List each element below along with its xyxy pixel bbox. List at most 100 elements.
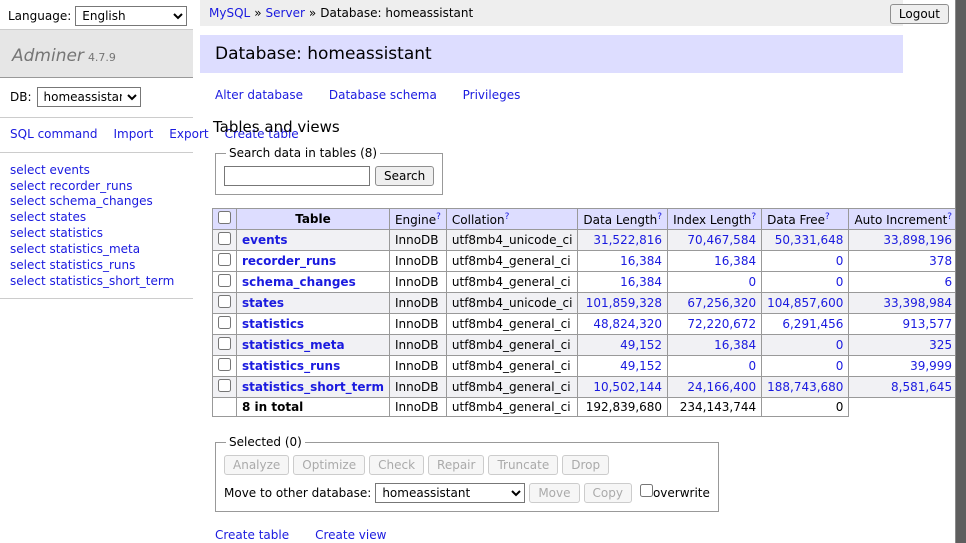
table-link[interactable]: states	[242, 296, 284, 310]
app-name[interactable]: Adminer	[12, 46, 84, 66]
data-free-link[interactable]: 0	[836, 254, 844, 268]
logout-button[interactable]: Logout	[890, 4, 949, 24]
app-version[interactable]: 4.7.9	[88, 51, 116, 64]
data-length-link[interactable]: 31,522,816	[593, 233, 662, 247]
table-link[interactable]: statistics_short_term	[242, 380, 384, 394]
data-free-link[interactable]: 0	[836, 359, 844, 373]
index-length-link[interactable]: 24,166,400	[687, 380, 756, 394]
sidebar-item-select-recorder-runs[interactable]: select recorder_runs	[10, 179, 183, 195]
sidebar-item-select-schema-changes[interactable]: select schema_changes	[10, 194, 183, 210]
help-link-icon[interactable]: ?	[657, 212, 662, 222]
check-button[interactable]: Check	[369, 455, 424, 475]
table-link[interactable]: statistics_meta	[242, 338, 345, 352]
auto-increment-link[interactable]: 8,581,645	[891, 380, 952, 394]
repair-button[interactable]: Repair	[428, 455, 484, 475]
help-link-icon[interactable]: ?	[825, 212, 830, 222]
row-checkbox[interactable]	[218, 379, 231, 392]
language-select[interactable]: English	[75, 6, 187, 26]
auto-increment-link[interactable]: 6	[944, 275, 952, 289]
help-link-icon[interactable]: ?	[436, 212, 441, 222]
sidebar-link-sql-command[interactable]: SQL command	[10, 127, 97, 141]
index-length-link[interactable]: 72,220,672	[687, 317, 756, 331]
copy-button[interactable]: Copy	[584, 483, 632, 503]
total-data-length: 192,839,680	[578, 398, 668, 417]
privileges-link[interactable]: Privileges	[463, 88, 521, 102]
breadcrumb-link-server[interactable]: Server	[266, 6, 305, 20]
overwrite-label: overwrite	[653, 486, 710, 500]
sidebar-link-import[interactable]: Import	[113, 127, 153, 141]
collation-cell: utf8mb4_general_ci	[446, 335, 578, 356]
data-length-link[interactable]: 10,502,144	[593, 380, 662, 394]
row-checkbox[interactable]	[218, 337, 231, 350]
help-link-icon[interactable]: ?	[947, 212, 952, 222]
sidebar-item-select-statistics-meta[interactable]: select statistics_meta	[10, 242, 183, 258]
select-all-checkbox[interactable]	[218, 211, 231, 224]
table-link[interactable]: statistics	[242, 317, 304, 331]
sidebar-item-select-statistics-runs[interactable]: select statistics_runs	[10, 258, 183, 274]
optimize-button[interactable]: Optimize	[293, 455, 365, 475]
index-length-link[interactable]: 67,256,320	[687, 296, 756, 310]
data-free-link[interactable]: 50,331,648	[775, 233, 844, 247]
total-data-free: 0	[762, 398, 849, 417]
auto-increment-link[interactable]: 325	[929, 338, 952, 352]
data-length-link[interactable]: 48,824,320	[593, 317, 662, 331]
move-button[interactable]: Move	[529, 483, 579, 503]
data-free-link[interactable]: 0	[836, 275, 844, 289]
data-length-link[interactable]: 16,384	[620, 254, 662, 268]
alter-database-link[interactable]: Alter database	[215, 88, 303, 102]
breadcrumb-link-mysql[interactable]: MySQL	[209, 6, 250, 20]
sidebar-item-select-events[interactable]: select events	[10, 163, 183, 179]
auto-increment-link[interactable]: 39,999	[910, 359, 952, 373]
db-select[interactable]: homeassistant	[37, 87, 141, 107]
total-engine: InnoDB	[389, 398, 446, 417]
table-link[interactable]: events	[242, 233, 288, 247]
row-checkbox[interactable]	[218, 358, 231, 371]
data-free-link[interactable]: 104,857,600	[767, 296, 843, 310]
auto-increment-link[interactable]: 33,898,196	[883, 233, 952, 247]
data-free-link[interactable]: 0	[836, 338, 844, 352]
table-link[interactable]: schema_changes	[242, 275, 356, 289]
database-schema-link[interactable]: Database schema	[329, 88, 437, 102]
table-link[interactable]: statistics_runs	[242, 359, 340, 373]
sidebar-item-select-statistics-short-term[interactable]: select statistics_short_term	[10, 274, 183, 290]
move-database-select[interactable]: homeassistant	[375, 483, 525, 503]
analyze-button[interactable]: Analyze	[224, 455, 289, 475]
data-length-link[interactable]: 101,859,328	[586, 296, 662, 310]
data-free-link[interactable]: 6,291,456	[782, 317, 843, 331]
overwrite-checkbox[interactable]	[640, 484, 653, 497]
row-checkbox[interactable]	[218, 253, 231, 266]
table-link[interactable]: recorder_runs	[242, 254, 336, 268]
index-length-link[interactable]: 0	[748, 359, 756, 373]
index-length-link[interactable]: 70,467,584	[687, 233, 756, 247]
sidebar-item-select-statistics[interactable]: select statistics	[10, 226, 183, 242]
data-length-link[interactable]: 49,152	[620, 359, 662, 373]
data-free-link[interactable]: 188,743,680	[767, 380, 843, 394]
create-view-link[interactable]: Create view	[315, 528, 386, 542]
create-table-link[interactable]: Create table	[215, 528, 289, 542]
auto-increment-link[interactable]: 378	[929, 254, 952, 268]
truncate-button[interactable]: Truncate	[488, 455, 558, 475]
engine-cell: InnoDB	[389, 377, 446, 398]
row-checkbox[interactable]	[218, 232, 231, 245]
auto-increment-link[interactable]: 913,577	[902, 317, 952, 331]
sidebar-item-select-states[interactable]: select states	[10, 210, 183, 226]
index-length-link[interactable]: 0	[748, 275, 756, 289]
index-length-link[interactable]: 16,384	[714, 338, 756, 352]
data-length-link[interactable]: 49,152	[620, 338, 662, 352]
engine-cell: InnoDB	[389, 230, 446, 251]
table-total-row: 8 in total InnoDB utf8mb4_general_ci 192…	[213, 398, 966, 417]
table-header-row: Table Engine? Collation? Data Length? In…	[213, 209, 966, 230]
help-link-icon[interactable]: ?	[505, 212, 510, 222]
row-checkbox[interactable]	[218, 274, 231, 287]
vertical-scrollbar[interactable]	[955, 0, 966, 543]
auto-increment-link[interactable]: 33,398,984	[883, 296, 952, 310]
search-input[interactable]	[224, 166, 370, 186]
index-length-link[interactable]: 16,384	[714, 254, 756, 268]
column-header-table: Table	[237, 209, 390, 230]
row-checkbox[interactable]	[218, 316, 231, 329]
search-button[interactable]: Search	[375, 166, 434, 186]
data-length-link[interactable]: 16,384	[620, 275, 662, 289]
drop-button[interactable]: Drop	[562, 455, 609, 475]
help-link-icon[interactable]: ?	[751, 212, 756, 222]
row-checkbox[interactable]	[218, 295, 231, 308]
